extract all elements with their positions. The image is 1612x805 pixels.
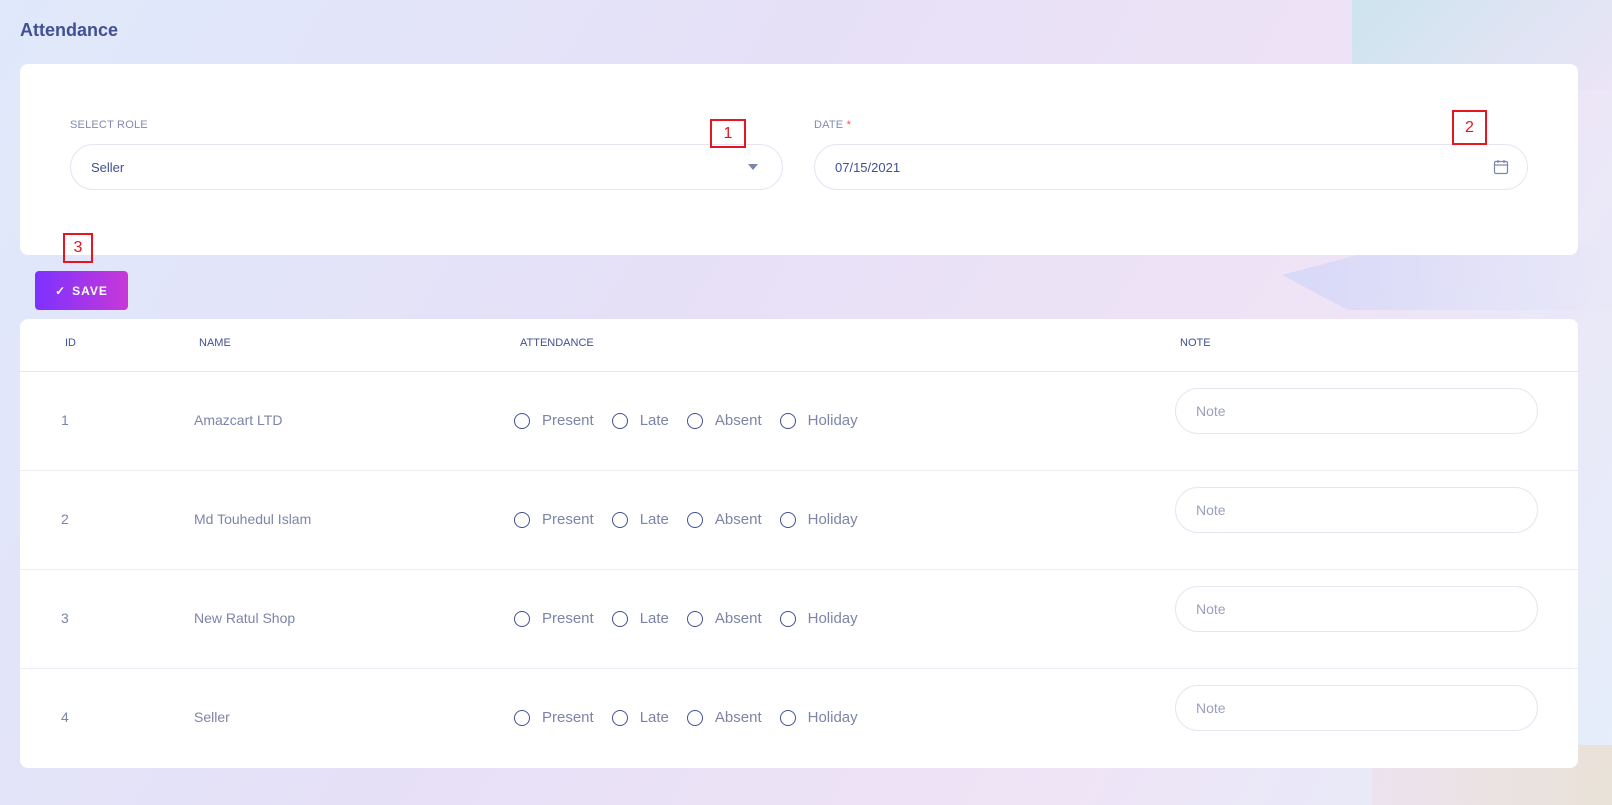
row-name: Md Touhedul Islam [194, 511, 312, 527]
role-select-value: Seller [91, 159, 125, 175]
radio-circle-icon[interactable] [514, 412, 530, 429]
header-attendance: ATTENDANCE [520, 337, 594, 349]
radio-label: Holiday [807, 412, 858, 429]
radio-circle-icon[interactable] [514, 610, 530, 627]
radio-circle-icon[interactable] [686, 709, 703, 726]
table-header: ID NAME ATTENDANCE NOTE [20, 319, 1578, 372]
radio-label: Present [542, 511, 594, 528]
radio-circle-icon[interactable] [686, 610, 703, 627]
radio-label: Absent [714, 511, 762, 528]
radio-label: Late [639, 412, 669, 429]
radio-circle-icon[interactable] [514, 511, 530, 528]
calendar-icon[interactable] [1493, 159, 1509, 175]
radio-absent[interactable]: Absent [686, 412, 762, 429]
annotation-marker-3: 3 [63, 233, 93, 263]
radio-late[interactable]: Late [611, 511, 669, 528]
filter-card: SELECT ROLE Seller DATE * 07/15/2021 [20, 64, 1578, 255]
table-row: 4 Seller Present Late Absent Holiday [20, 669, 1578, 768]
radio-label: Late [639, 610, 669, 627]
table-row: 2 Md Touhedul Islam Present Late Absent Holid… [20, 471, 1578, 570]
radio-present[interactable]: Present [514, 610, 594, 627]
radio-holiday[interactable]: Holiday [779, 709, 858, 726]
radio-absent[interactable]: Absent [686, 709, 762, 726]
required-asterisk: * [846, 119, 852, 131]
caret-down-icon [748, 164, 758, 170]
radio-late[interactable]: Late [611, 610, 669, 627]
table-row: 1 Amazcart LTD Present Late Absent Holiday [20, 372, 1578, 471]
row-name: Amazcart LTD [194, 412, 283, 428]
note-input[interactable] [1175, 487, 1538, 533]
save-button-label: SAVE [72, 283, 108, 298]
check-icon: ✓ [55, 283, 67, 298]
radio-label: Present [542, 709, 594, 726]
radio-circle-icon[interactable] [686, 412, 703, 429]
radio-present[interactable]: Present [514, 709, 594, 726]
radio-label: Holiday [807, 709, 858, 726]
radio-circle-icon[interactable] [611, 511, 628, 528]
save-button[interactable]: ✓ SAVE [35, 271, 128, 310]
date-input-value: 07/15/2021 [835, 159, 901, 175]
radio-circle-icon[interactable] [611, 709, 628, 726]
row-id: 4 [61, 709, 69, 725]
radio-circle-icon[interactable] [779, 511, 796, 528]
note-input[interactable] [1175, 388, 1538, 434]
radio-circle-icon[interactable] [779, 610, 796, 627]
row-id: 1 [61, 412, 69, 428]
radio-label: Absent [714, 610, 762, 627]
attendance-table: ID NAME ATTENDANCE NOTE 1 Amazcart LTD Pre… [20, 319, 1578, 768]
role-select[interactable]: Seller [70, 144, 783, 190]
radio-absent[interactable]: Absent [686, 511, 762, 528]
role-label: SELECT ROLE [70, 119, 148, 131]
attendance-radio-group: Present Late Absent Holiday [514, 709, 876, 726]
date-label: DATE * [814, 119, 851, 131]
radio-label: Present [542, 412, 594, 429]
row-name: New Ratul Shop [194, 610, 296, 626]
annotation-marker-2: 2 [1452, 110, 1487, 145]
radio-circle-icon[interactable] [611, 412, 628, 429]
attendance-radio-group: Present Late Absent Holiday [514, 610, 876, 627]
date-label-text: DATE [814, 119, 844, 131]
header-name: NAME [199, 337, 231, 349]
date-input[interactable]: 07/15/2021 [814, 144, 1528, 190]
attendance-radio-group: Present Late Absent Holiday [514, 511, 876, 528]
note-input[interactable] [1175, 685, 1538, 731]
radio-label: Absent [714, 709, 762, 726]
radio-label: Late [639, 511, 669, 528]
radio-circle-icon[interactable] [514, 709, 530, 726]
radio-label: Present [542, 610, 594, 627]
table-row: 3 New Ratul Shop Present Late Absent Holiday [20, 570, 1578, 669]
radio-present[interactable]: Present [514, 412, 594, 429]
radio-circle-icon[interactable] [611, 610, 628, 627]
row-name: Seller [194, 709, 230, 725]
radio-label: Holiday [807, 610, 858, 627]
page-title: Attendance [20, 20, 119, 40]
radio-present[interactable]: Present [514, 511, 594, 528]
radio-label: Late [639, 709, 669, 726]
radio-holiday[interactable]: Holiday [779, 610, 858, 627]
header-id: ID [65, 337, 76, 349]
header-note: NOTE [1180, 337, 1211, 349]
radio-label: Absent [714, 412, 762, 429]
row-id: 2 [61, 511, 69, 527]
radio-holiday[interactable]: Holiday [779, 511, 858, 528]
annotation-marker-1: 1 [710, 119, 746, 148]
note-input[interactable] [1175, 586, 1538, 632]
radio-label: Holiday [807, 511, 858, 528]
radio-holiday[interactable]: Holiday [779, 412, 858, 429]
row-id: 3 [61, 610, 69, 626]
attendance-radio-group: Present Late Absent Holiday [514, 412, 876, 429]
radio-late[interactable]: Late [611, 412, 669, 429]
radio-circle-icon[interactable] [779, 709, 796, 726]
radio-circle-icon[interactable] [686, 511, 703, 528]
radio-circle-icon[interactable] [779, 412, 796, 429]
radio-absent[interactable]: Absent [686, 610, 762, 627]
radio-late[interactable]: Late [611, 709, 669, 726]
